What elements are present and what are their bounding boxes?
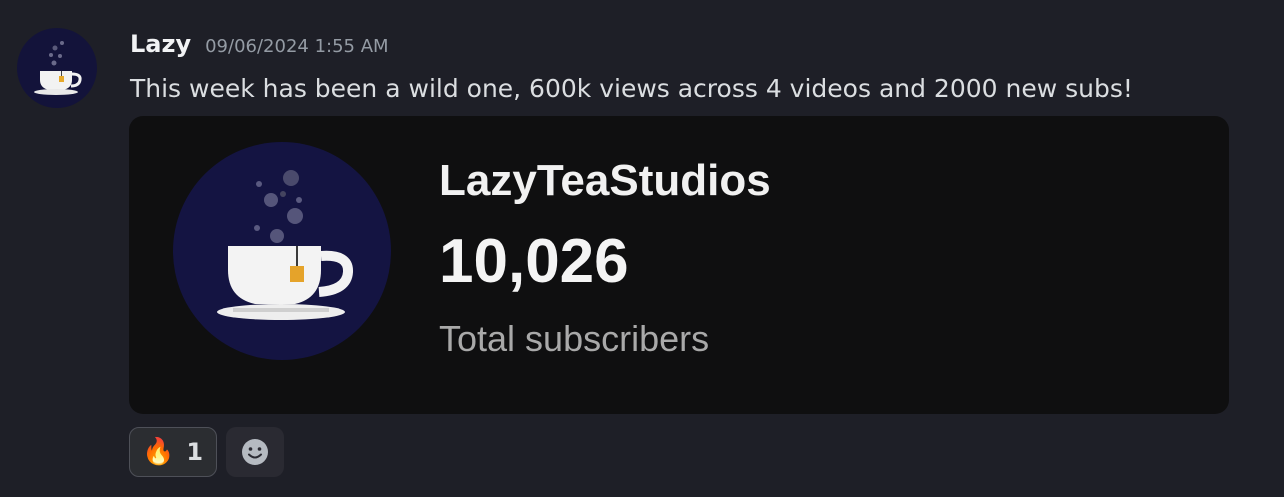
chat-message: Lazy 09/06/2024 1:55 AM This week has be…: [0, 0, 1284, 497]
username[interactable]: Lazy: [130, 30, 191, 58]
attached-image[interactable]: LazyTeaStudios 10,026 Total subscribers: [129, 116, 1229, 414]
user-avatar[interactable]: [17, 28, 97, 108]
message-header: Lazy 09/06/2024 1:55 AM: [130, 30, 389, 66]
message-content: This week has been a wild one, 600k view…: [130, 74, 1133, 103]
fire-icon: 🔥: [142, 437, 175, 467]
channel-name: LazyTeaStudios: [439, 156, 771, 205]
subscriber-label: Total subscribers: [439, 318, 710, 359]
channel-avatar: [173, 142, 391, 360]
tea-cup-icon: [217, 170, 353, 320]
reaction-fire[interactable]: 🔥 1: [129, 427, 218, 477]
smiley-face-icon: [242, 439, 269, 465]
tea-cup-icon: [34, 41, 82, 95]
reactions-bar: 🔥 1: [129, 427, 285, 477]
message-timestamp: 09/06/2024 1:55 AM: [205, 36, 389, 57]
reaction-count: 1: [186, 438, 204, 466]
add-reaction-button[interactable]: [226, 427, 285, 477]
subscriber-count: 10,026: [439, 227, 629, 296]
